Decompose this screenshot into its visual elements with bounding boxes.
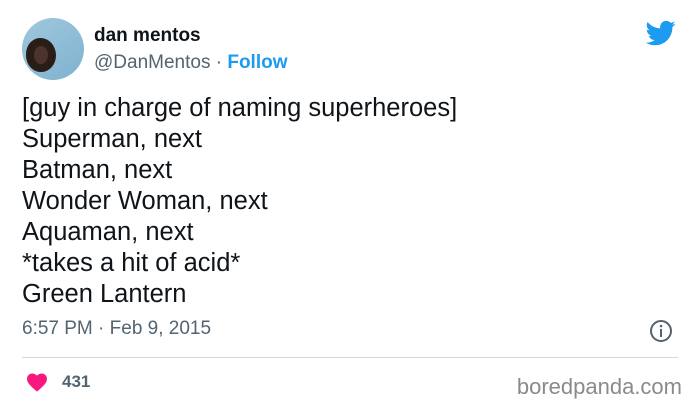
tweet-line: Aquaman, next <box>22 218 194 246</box>
tweet-card: dan mentos @DanMentos · Follow [guy in c… <box>0 0 700 410</box>
tweet-timestamp[interactable]: 6:57 PM · Feb 9, 2015 <box>22 318 211 340</box>
display-name[interactable]: dan mentos <box>94 24 288 48</box>
like-count: 431 <box>62 372 91 391</box>
like-button[interactable]: 431 <box>26 372 90 392</box>
info-icon[interactable] <box>649 319 673 343</box>
tweet-line: Green Lantern <box>22 280 187 308</box>
tweet-text: [guy in charge of naming superheroes] Su… <box>22 93 678 310</box>
tweet-line: [guy in charge of naming superheroes] <box>22 94 458 122</box>
avatar-face <box>26 38 56 72</box>
avatar[interactable] <box>22 18 84 80</box>
handle-row: @DanMentos · Follow <box>94 51 288 75</box>
tweet-line: *takes a hit of acid* <box>22 249 241 277</box>
tweet-line: Wonder Woman, next <box>22 187 268 215</box>
divider <box>22 357 678 358</box>
twitter-bird-icon[interactable] <box>644 18 678 48</box>
follow-button[interactable]: Follow <box>227 52 287 73</box>
user-info: dan mentos @DanMentos · Follow <box>94 24 288 75</box>
tweet-line: Batman, next <box>22 156 173 184</box>
tweet-header: dan mentos @DanMentos · Follow <box>22 18 288 80</box>
tweet-line: Superman, next <box>22 125 203 153</box>
handle-separator: · <box>210 51 228 73</box>
user-handle[interactable]: @DanMentos <box>94 52 210 73</box>
watermark: boredpanda.com <box>516 374 682 399</box>
heart-icon <box>27 373 47 392</box>
